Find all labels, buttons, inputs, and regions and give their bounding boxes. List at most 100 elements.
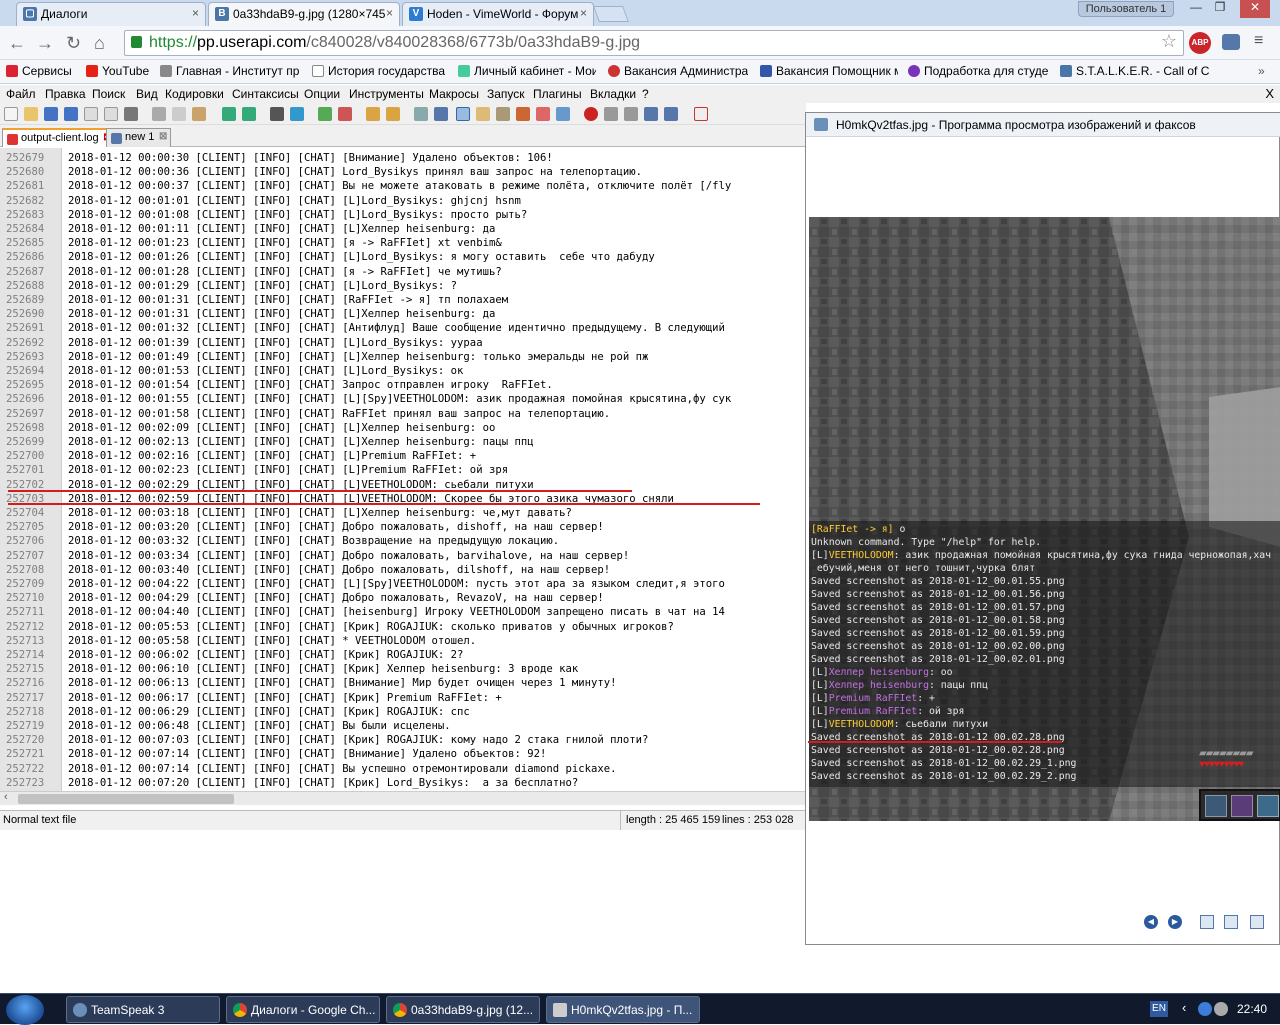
language-indicator[interactable]: EN xyxy=(1150,1001,1168,1017)
extension-icon[interactable] xyxy=(1222,34,1240,50)
volume-icon[interactable] xyxy=(1214,1002,1228,1016)
bookmark-cabinet[interactable]: Личный кабинет - Мои xyxy=(458,64,596,78)
bookmark-vacancy-helper[interactable]: Вакансия Помощник ме xyxy=(760,64,898,78)
open-file-icon[interactable] xyxy=(24,107,38,121)
paste-icon[interactable] xyxy=(192,107,206,121)
redo-icon[interactable] xyxy=(242,107,256,121)
save-all-icon[interactable] xyxy=(64,107,78,121)
menu-tabs[interactable]: Вкладки xyxy=(590,87,636,101)
record-macro-icon[interactable] xyxy=(584,107,598,121)
scrollbar-thumb[interactable] xyxy=(18,794,234,804)
menu-plugins[interactable]: Плагины xyxy=(533,87,582,101)
stop-macro-icon[interactable] xyxy=(604,107,618,121)
show-all-icon[interactable] xyxy=(434,107,448,121)
bookmark-youtube[interactable]: YouTube xyxy=(86,64,152,78)
viewer-titlebar[interactable]: H0mkQv2tfas.jpg - Программа просмотра из… xyxy=(806,113,1280,137)
bookmark-history[interactable]: История государства и xyxy=(312,64,448,78)
close-file-icon[interactable] xyxy=(84,107,98,121)
monitor-icon[interactable] xyxy=(536,107,550,121)
function-list-icon[interactable] xyxy=(496,107,510,121)
close-all-icon[interactable] xyxy=(104,107,118,121)
network-icon[interactable] xyxy=(1198,1002,1212,1016)
cut-icon[interactable] xyxy=(152,107,166,121)
taskbar-image-viewer[interactable]: H0mkQv2tfas.jpg - П... xyxy=(546,996,700,1023)
menu-encoding[interactable]: Кодировки xyxy=(165,87,224,101)
horizontal-scrollbar[interactable]: ‹ xyxy=(0,791,806,805)
spellcheck-icon[interactable] xyxy=(694,107,708,121)
slideshow-icon[interactable] xyxy=(1250,915,1264,929)
start-button[interactable] xyxy=(6,995,44,1025)
editor-area[interactable]: 252679 2018-01-12 00:00:30 [CLIENT] [INFO… xyxy=(0,148,806,791)
zoom-in-icon[interactable] xyxy=(318,107,332,121)
play-macro-icon[interactable] xyxy=(624,107,638,121)
menu-run[interactable]: Запуск xyxy=(487,87,525,101)
menu-icon[interactable]: ≡ xyxy=(1254,32,1263,50)
home-icon[interactable]: ⌂ xyxy=(94,33,105,54)
minimize-icon[interactable]: — xyxy=(1184,0,1208,18)
tab-image[interactable]: B 0a33hdaB9-g.jpg (1280×745 × xyxy=(208,2,400,26)
menu-search[interactable]: Поиск xyxy=(92,87,125,101)
menu-edit[interactable]: Правка xyxy=(45,87,86,101)
new-tab-button[interactable] xyxy=(593,6,629,22)
tray-expand-icon[interactable]: ‹ xyxy=(1182,1000,1186,1015)
tab-vimeworld[interactable]: V Hoden - VimeWorld - Форум × xyxy=(402,2,594,26)
copy-icon[interactable] xyxy=(172,107,186,121)
print-icon[interactable] xyxy=(124,107,138,121)
taskbar-chrome-dialogs[interactable]: Диалоги - Google Ch... xyxy=(226,996,380,1023)
menu-help[interactable]: ? xyxy=(642,87,649,101)
tab-output-client-log[interactable]: output-client.log ⊠ xyxy=(2,128,116,147)
close-tab-icon[interactable]: ⊠ xyxy=(159,131,167,142)
taskbar-teamspeak[interactable]: TeamSpeak 3 xyxy=(66,996,220,1023)
npp-close-icon[interactable]: X xyxy=(1265,86,1274,101)
taskbar-chrome-image[interactable]: 0a33hdaB9-g.jpg (12... xyxy=(386,996,540,1023)
menu-options[interactable]: Опции xyxy=(304,87,340,101)
scroll-left-icon[interactable]: ‹ xyxy=(4,791,8,803)
sync-v-icon[interactable] xyxy=(366,107,380,121)
doc-map-icon[interactable] xyxy=(476,107,490,121)
menu-tools[interactable]: Инструменты xyxy=(349,87,424,101)
undo-icon[interactable] xyxy=(222,107,236,121)
actual-size-icon[interactable] xyxy=(1200,915,1214,929)
close-icon[interactable]: × xyxy=(192,6,199,20)
folder-workspace-icon[interactable] xyxy=(516,107,530,121)
close-icon[interactable]: × xyxy=(580,6,587,20)
bookmark-part-time[interactable]: Подработка для студе xyxy=(908,64,1048,78)
tab-dialogs[interactable]: ▢ Диалоги × xyxy=(16,2,206,26)
sync-h-icon[interactable] xyxy=(386,107,400,121)
fit-window-icon[interactable] xyxy=(1224,915,1238,929)
menu-file[interactable]: Файл xyxy=(6,87,36,101)
eye-icon[interactable] xyxy=(556,107,570,121)
reload-icon[interactable]: ↻ xyxy=(66,33,81,54)
forward-icon[interactable]: → xyxy=(36,33,54,54)
previous-image-icon[interactable]: ◀ xyxy=(1144,915,1158,929)
bookmark-stalker[interactable]: S.T.A.L.K.E.R. - Call of C xyxy=(1060,64,1250,78)
menu-view[interactable]: Вид xyxy=(136,87,158,101)
menu-syntax[interactable]: Синтаксисы xyxy=(232,87,299,101)
zoom-out-icon[interactable] xyxy=(338,107,352,121)
bookmark-vacancy-admin[interactable]: Вакансия Администрат xyxy=(608,64,748,78)
address-bar[interactable]: https://pp.userapi.com/c840028/v84002836… xyxy=(124,30,1184,56)
bookmark-institute[interactable]: Главная - Институт пр xyxy=(160,64,300,78)
replace-icon[interactable] xyxy=(290,107,304,121)
save-icon[interactable] xyxy=(44,107,58,121)
back-icon[interactable]: ← xyxy=(8,33,26,54)
run-macro-multiple-icon[interactable] xyxy=(644,107,658,121)
teamspeak-icon xyxy=(73,1003,87,1017)
indent-guide-icon[interactable] xyxy=(456,107,470,121)
bookmarks-overflow-icon[interactable]: » xyxy=(1258,64,1265,78)
adblock-icon[interactable]: ABP xyxy=(1189,32,1211,54)
bookmark-services[interactable]: Сервисы xyxy=(6,64,82,78)
find-icon[interactable] xyxy=(270,107,284,121)
profile-button[interactable]: Пользователь 1 xyxy=(1078,1,1174,17)
clock[interactable]: 22:40 xyxy=(1237,1002,1267,1016)
close-icon[interactable]: × xyxy=(386,6,393,20)
save-macro-icon[interactable] xyxy=(664,107,678,121)
restore-icon[interactable]: ❐ xyxy=(1208,0,1232,18)
bookmark-star-icon[interactable]: ☆ xyxy=(1161,31,1177,52)
tab-new-1[interactable]: new 1 ⊠ xyxy=(106,128,172,147)
close-window-icon[interactable]: ✕ xyxy=(1240,0,1270,18)
wrap-icon[interactable] xyxy=(414,107,428,121)
next-image-icon[interactable]: ▶ xyxy=(1168,915,1182,929)
menu-macros[interactable]: Макросы xyxy=(429,87,479,101)
new-file-icon[interactable] xyxy=(4,107,18,121)
